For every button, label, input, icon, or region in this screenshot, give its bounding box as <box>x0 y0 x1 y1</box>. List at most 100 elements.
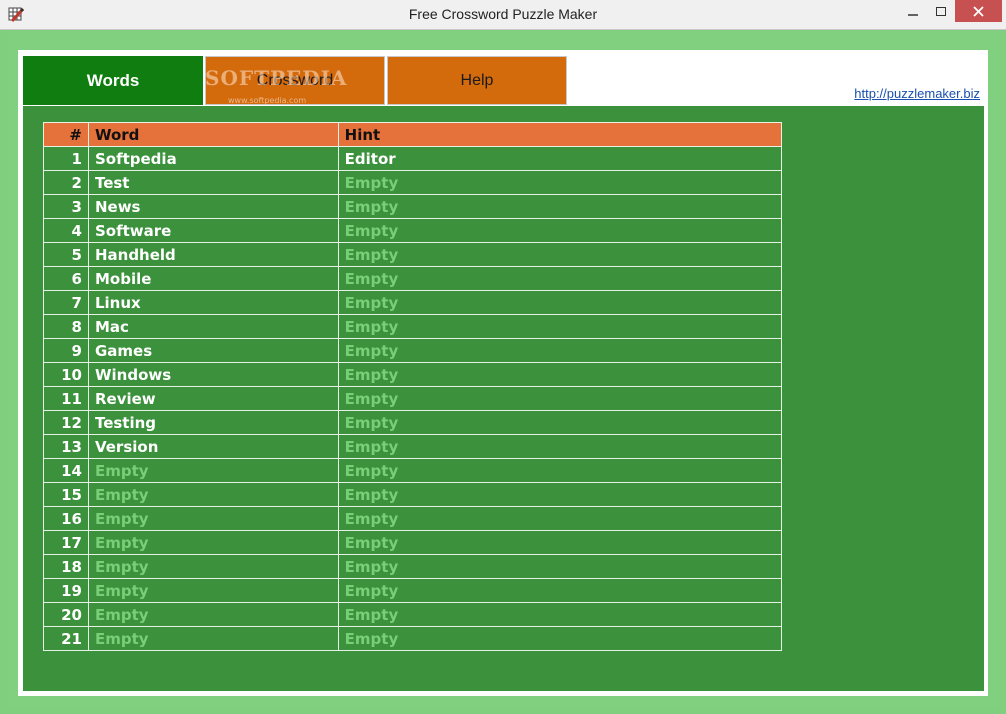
word-cell[interactable]: Empty <box>87 578 339 603</box>
table-header-row: # Word Hint <box>43 122 783 147</box>
hint-cell[interactable]: Editor <box>337 146 783 171</box>
minimize-icon <box>908 2 918 21</box>
word-cell[interactable]: Testing <box>87 410 339 435</box>
row-number: 5 <box>43 242 89 267</box>
row-number: 4 <box>43 218 89 243</box>
hint-cell[interactable]: Empty <box>337 290 783 315</box>
word-cell[interactable]: Empty <box>87 530 339 555</box>
hint-cell[interactable]: Empty <box>337 578 783 603</box>
row-number: 12 <box>43 410 89 435</box>
maximize-icon <box>936 2 946 21</box>
watermark-url: www.softpedia.com <box>228 96 307 105</box>
row-number: 20 <box>43 602 89 627</box>
hint-cell[interactable]: Empty <box>337 458 783 483</box>
hint-cell[interactable]: Empty <box>337 410 783 435</box>
word-cell[interactable]: Windows <box>87 362 339 387</box>
word-cell[interactable]: News <box>87 194 339 219</box>
hint-cell[interactable]: Empty <box>337 266 783 291</box>
table-row: 2 Test Empty <box>43 170 783 195</box>
row-number: 18 <box>43 554 89 579</box>
word-cell[interactable]: Review <box>87 386 339 411</box>
table-row: 17 Empty Empty <box>43 530 783 555</box>
tab-words[interactable]: Words <box>23 56 203 105</box>
words-table: # Word Hint 1 Softpedia Editor 2 Test Empty 3 N… <box>43 122 783 651</box>
hint-cell[interactable]: Empty <box>337 314 783 339</box>
table-row: 9 Games Empty <box>43 338 783 363</box>
row-number: 14 <box>43 458 89 483</box>
hint-cell[interactable]: Empty <box>337 602 783 627</box>
table-row: 16 Empty Empty <box>43 506 783 531</box>
tab-help[interactable]: Help <box>387 56 567 105</box>
word-cell[interactable]: Version <box>87 434 339 459</box>
row-number: 21 <box>43 626 89 651</box>
row-number: 6 <box>43 266 89 291</box>
table-row: 19 Empty Empty <box>43 578 783 603</box>
tab-help-label: Help <box>460 71 494 89</box>
table-row: 20 Empty Empty <box>43 602 783 627</box>
tab-crossword-label: Crossword <box>256 71 334 89</box>
table-row: 15 Empty Empty <box>43 482 783 507</box>
word-cell[interactable]: Softpedia <box>87 146 339 171</box>
word-cell[interactable]: Empty <box>87 506 339 531</box>
window-title: Free Crossword Puzzle Maker <box>408 6 598 22</box>
hint-cell[interactable]: Empty <box>337 530 783 555</box>
close-button[interactable] <box>955 0 1002 22</box>
table-row: 4 Software Empty <box>43 218 783 243</box>
word-cell[interactable]: Empty <box>87 602 339 627</box>
table-row: 12 Testing Empty <box>43 410 783 435</box>
word-cell[interactable]: Handheld <box>87 242 339 267</box>
table-row: 8 Mac Empty <box>43 314 783 339</box>
row-number: 1 <box>43 146 89 171</box>
hint-cell[interactable]: Empty <box>337 170 783 195</box>
word-cell[interactable]: Games <box>87 338 339 363</box>
hint-cell[interactable]: Empty <box>337 434 783 459</box>
table-row: 14 Empty Empty <box>43 458 783 483</box>
hint-cell[interactable]: Empty <box>337 386 783 411</box>
hint-cell[interactable]: Empty <box>337 362 783 387</box>
word-cell[interactable]: Empty <box>87 482 339 507</box>
hint-cell[interactable]: Empty <box>337 482 783 507</box>
row-number: 8 <box>43 314 89 339</box>
hint-cell[interactable]: Empty <box>337 506 783 531</box>
table-row: 1 Softpedia Editor <box>43 146 783 171</box>
word-cell[interactable]: Software <box>87 218 339 243</box>
row-number: 7 <box>43 290 89 315</box>
table-row: 3 News Empty <box>43 194 783 219</box>
table-row: 11 Review Empty <box>43 386 783 411</box>
word-cell[interactable]: Linux <box>87 290 339 315</box>
row-number: 11 <box>43 386 89 411</box>
word-cell[interactable]: Mac <box>87 314 339 339</box>
word-cell[interactable]: Mobile <box>87 266 339 291</box>
table-row: 7 Linux Empty <box>43 290 783 315</box>
table-row: 10 Windows Empty <box>43 362 783 387</box>
table-row: 21 Empty Empty <box>43 626 783 651</box>
row-number: 2 <box>43 170 89 195</box>
close-icon <box>973 2 984 21</box>
word-cell[interactable]: Empty <box>87 458 339 483</box>
row-number: 19 <box>43 578 89 603</box>
row-number: 16 <box>43 506 89 531</box>
hint-cell[interactable]: Empty <box>337 218 783 243</box>
word-cell[interactable]: Empty <box>87 626 339 651</box>
minimize-button[interactable] <box>899 0 927 22</box>
column-header-hint: Hint <box>337 122 783 147</box>
column-header-word: Word <box>87 122 339 147</box>
hint-cell[interactable]: Empty <box>337 242 783 267</box>
hint-cell[interactable]: Empty <box>337 338 783 363</box>
word-cell[interactable]: Empty <box>87 554 339 579</box>
word-cell[interactable]: Test <box>87 170 339 195</box>
table-row: 13 Version Empty <box>43 434 783 459</box>
tab-words-label: Words <box>86 70 140 90</box>
hint-cell[interactable]: Empty <box>337 194 783 219</box>
table-row: 18 Empty Empty <box>43 554 783 579</box>
row-number: 15 <box>43 482 89 507</box>
row-number: 10 <box>43 362 89 387</box>
hint-cell[interactable]: Empty <box>337 626 783 651</box>
row-number: 17 <box>43 530 89 555</box>
table-row: 6 Mobile Empty <box>43 266 783 291</box>
row-number: 13 <box>43 434 89 459</box>
hint-cell[interactable]: Empty <box>337 554 783 579</box>
column-header-number: # <box>43 122 89 147</box>
website-link[interactable]: http://puzzlemaker.biz <box>854 86 980 101</box>
maximize-button[interactable] <box>927 0 955 22</box>
